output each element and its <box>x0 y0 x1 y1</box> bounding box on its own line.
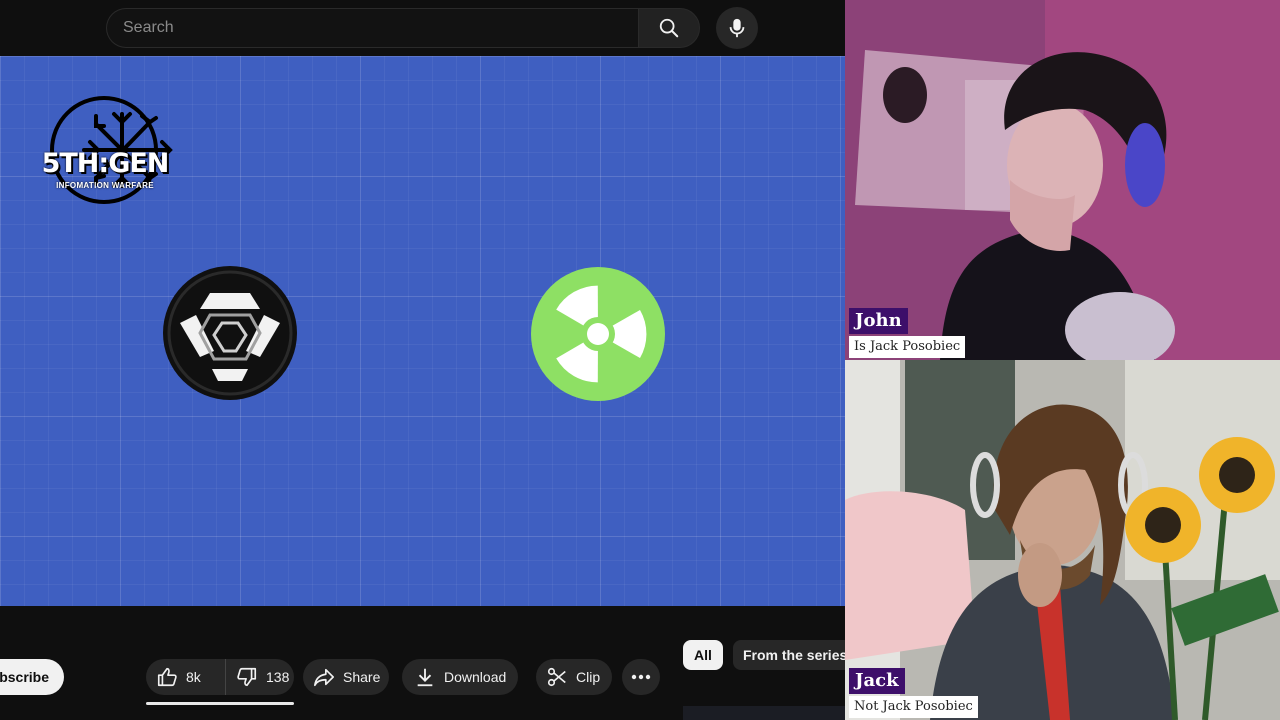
like-ratio-bar <box>146 702 294 705</box>
subscribe-label: ubscribe <box>0 669 49 685</box>
search-button[interactable] <box>638 8 700 48</box>
participant-subtitle: Is Jack Posobiec <box>849 336 966 358</box>
share-button[interactable]: Share <box>303 659 389 695</box>
participant-name: John <box>849 308 908 334</box>
more-actions-button[interactable] <box>622 659 660 695</box>
thumbs-up-icon <box>157 667 177 687</box>
video-player[interactable]: 5TH:GEN INFOMATION WARFARE <box>0 56 845 606</box>
microphone-icon <box>729 18 745 38</box>
dislike-button[interactable]: 138 <box>226 659 289 695</box>
crystal-emblem-icon <box>163 266 297 400</box>
search-input[interactable]: Search <box>106 8 638 48</box>
like-dislike-group: 8k 138 <box>146 659 294 695</box>
recommendation-thumbnail[interactable] <box>683 706 845 720</box>
download-icon <box>417 668 433 687</box>
download-button[interactable]: Download <box>402 659 518 695</box>
participant-name: Jack <box>849 668 905 694</box>
chip-from-the-series[interactable]: From the series <box>733 640 845 670</box>
webcam-feed-image <box>845 360 1280 720</box>
clip-label: Clip <box>576 669 601 685</box>
thumbs-down-icon <box>237 667 257 687</box>
scissors-icon <box>547 667 566 687</box>
webcam-feed-image <box>845 0 1280 360</box>
more-horizontal-icon <box>631 674 651 680</box>
share-arrow-icon <box>314 668 334 687</box>
participant-subtitle: Not Jack Posobiec <box>849 696 978 718</box>
youtube-header: Search <box>0 0 845 56</box>
logo-subtitle: INFOMATION WARFARE <box>56 181 154 190</box>
youtube-panel: Search 5TH:GEN INFOMATION WARFARE bscrib… <box>0 0 845 720</box>
dislike-count: 138 <box>266 669 290 685</box>
webcam-jack: Jack Not Jack Posobiec <box>845 360 1280 720</box>
like-button[interactable]: 8k <box>146 659 226 695</box>
voice-search-button[interactable] <box>716 7 758 49</box>
share-label: Share <box>343 669 381 685</box>
clip-button[interactable]: Clip <box>536 659 612 695</box>
search-icon <box>659 18 679 38</box>
webcam-john: John Is Jack Posobiec <box>845 0 1280 360</box>
chip-all[interactable]: All <box>683 640 723 670</box>
logo-title: 5TH:GEN <box>41 148 170 179</box>
download-label: Download <box>444 669 507 685</box>
subscribe-button[interactable]: ubscribe <box>0 659 64 695</box>
like-count: 8k <box>186 669 201 685</box>
radiation-icon <box>531 267 665 401</box>
